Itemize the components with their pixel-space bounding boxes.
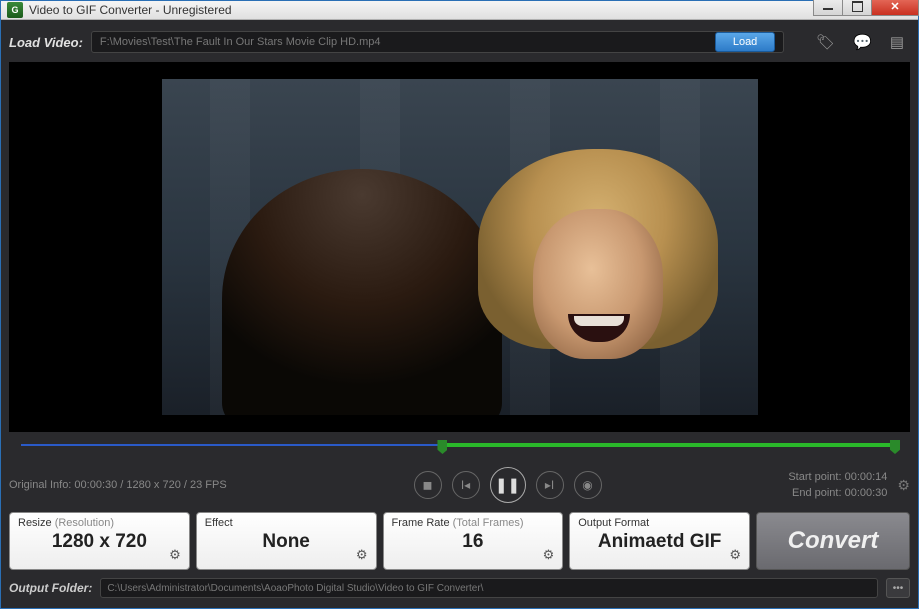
settings-row: Resize (Resolution) 1280 x 720 ⚙ Effect …: [9, 512, 910, 570]
output-path-input[interactable]: C:\Users\Administrator\Documents\AoaoPho…: [100, 578, 878, 598]
framerate-sublabel: (Total Frames): [453, 517, 524, 529]
start-marker[interactable]: [437, 440, 447, 454]
effect-gear-icon[interactable]: ⚙: [356, 547, 368, 563]
framerate-setting[interactable]: Frame Rate (Total Frames) 16 ⚙: [383, 512, 564, 570]
video-preview-area: [9, 62, 910, 432]
format-value: Animaetd GIF: [578, 531, 741, 553]
start-point-time: 00:00:14: [845, 471, 888, 483]
output-row: Output Folder: C:\Users\Administrator\Do…: [9, 576, 910, 600]
original-info-text: Original Info: 00:00:30 / 1280 x 720 / 2…: [9, 479, 227, 491]
end-point-time: 00:00:30: [845, 487, 888, 499]
app-window: G Video to GIF Converter - Unregistered …: [0, 0, 919, 609]
selection-range: [441, 443, 896, 447]
video-path-text: F:\Movies\Test\The Fault In Our Stars Mo…: [100, 36, 715, 48]
browse-button[interactable]: •••: [886, 578, 910, 598]
maximize-button[interactable]: [842, 0, 872, 16]
load-video-row: Load Video: F:\Movies\Test\The Fault In …: [9, 28, 910, 56]
stop-button[interactable]: ◼: [414, 471, 442, 499]
close-button[interactable]: [871, 0, 919, 16]
effect-label: Effect: [205, 517, 368, 529]
format-setting[interactable]: Output Format Animaetd GIF ⚙: [569, 512, 750, 570]
start-point-label: Start point:: [788, 471, 841, 483]
format-gear-icon[interactable]: ⚙: [729, 547, 741, 563]
resize-gear-icon[interactable]: ⚙: [169, 547, 181, 563]
output-folder-label: Output Folder:: [9, 581, 92, 595]
prev-frame-button[interactable]: I◂: [452, 471, 480, 499]
resize-label: Resize: [18, 517, 52, 529]
tag-icon[interactable]: 🏷: [816, 33, 835, 51]
framerate-label: Frame Rate: [392, 517, 450, 529]
format-label: Output Format: [578, 517, 741, 529]
end-point-label: End point:: [792, 487, 842, 499]
window-title: Video to GIF Converter - Unregistered: [29, 3, 814, 17]
end-marker[interactable]: [890, 440, 900, 454]
framerate-gear-icon[interactable]: ⚙: [543, 547, 555, 563]
load-button[interactable]: Load: [715, 32, 775, 52]
next-frame-button[interactable]: ▸I: [536, 471, 564, 499]
framerate-value: 16: [392, 531, 555, 553]
list-icon[interactable]: ▤: [890, 33, 904, 51]
resize-sublabel: (Resolution): [55, 517, 114, 529]
resize-setting[interactable]: Resize (Resolution) 1280 x 720 ⚙: [9, 512, 190, 570]
snapshot-button[interactable]: ◉: [574, 471, 602, 499]
app-body: Load Video: F:\Movies\Test\The Fault In …: [1, 20, 918, 608]
convert-button[interactable]: Convert: [756, 512, 910, 570]
app-icon: G: [7, 2, 23, 18]
playback-controls: ◼ I◂ ❚❚ ▸I ◉: [414, 467, 602, 503]
comment-icon[interactable]: 💬: [853, 33, 872, 51]
effect-setting[interactable]: Effect None ⚙: [196, 512, 377, 570]
timeline[interactable]: [9, 440, 910, 458]
minimize-button[interactable]: [813, 0, 843, 16]
effect-value: None: [205, 531, 368, 553]
playhead-progress: [21, 444, 453, 446]
resize-value: 1280 x 720: [18, 531, 181, 553]
video-path-input[interactable]: F:\Movies\Test\The Fault In Our Stars Mo…: [91, 31, 784, 53]
video-frame[interactable]: [162, 79, 758, 415]
pause-button[interactable]: ❚❚: [490, 467, 526, 503]
clip-settings-icon[interactable]: ⚙: [897, 475, 910, 496]
load-video-label: Load Video:: [9, 35, 83, 50]
info-row: Original Info: 00:00:30 / 1280 x 720 / 2…: [9, 464, 910, 506]
titlebar[interactable]: G Video to GIF Converter - Unregistered: [1, 1, 918, 20]
